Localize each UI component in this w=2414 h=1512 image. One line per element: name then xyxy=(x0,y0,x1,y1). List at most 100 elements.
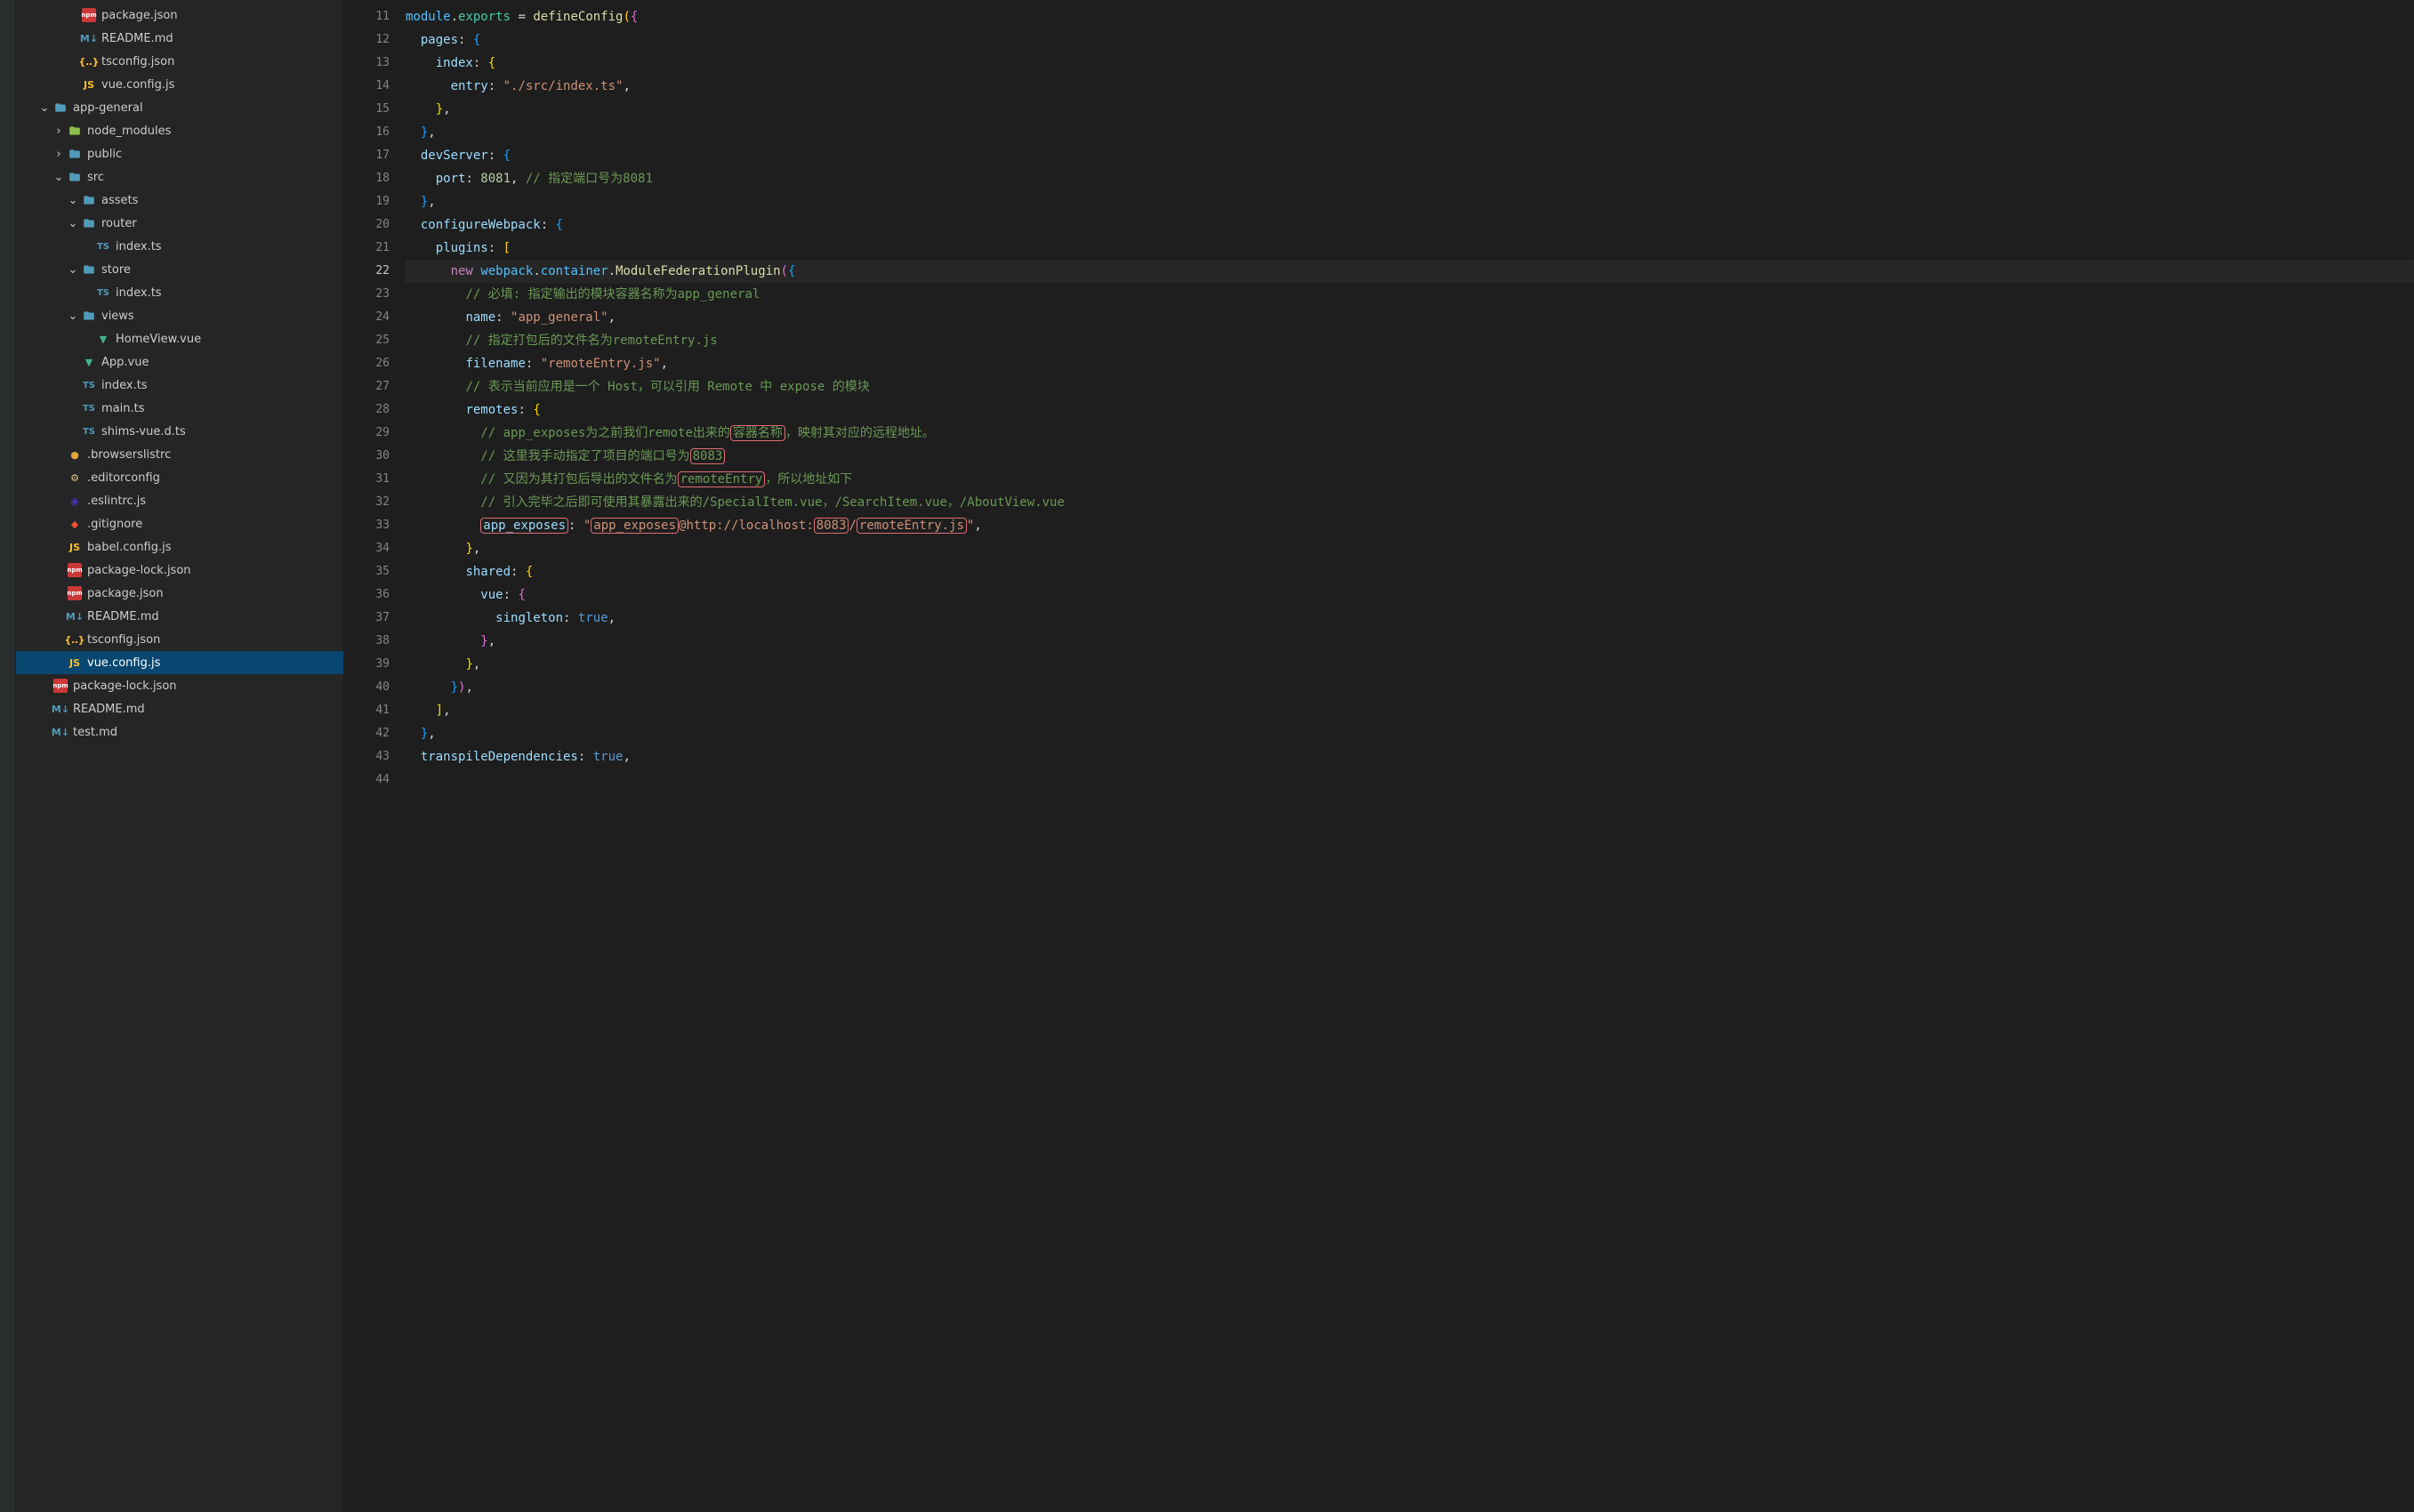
file-item[interactable]: ◆.gitignore xyxy=(16,512,343,535)
file-item[interactable]: ◉ .eslintrc.js xyxy=(16,489,343,512)
code-line[interactable]: remotes: { xyxy=(406,398,2414,422)
code-line[interactable]: // 又因为其打包后导出的文件名为remoteEntry，所以地址如下 xyxy=(406,468,2414,491)
chevron-icon: ⌄ xyxy=(52,170,66,184)
chevron-icon xyxy=(52,586,66,600)
code-content[interactable]: module.exports = defineConfig({ pages: {… xyxy=(406,0,2414,1512)
file-item[interactable]: TSmain.ts xyxy=(16,397,343,420)
file-item[interactable]: {‥}tsconfig.json xyxy=(16,50,343,73)
folder-item[interactable]: ⌄src xyxy=(16,165,343,189)
code-line[interactable]: }, xyxy=(406,722,2414,745)
folder-item[interactable]: ⌄store xyxy=(16,258,343,281)
code-line[interactable]: }, xyxy=(406,190,2414,213)
file-item[interactable]: npmpackage.json xyxy=(16,582,343,605)
file-item[interactable]: {‥}tsconfig.json xyxy=(16,628,343,651)
file-item[interactable]: npm package-lock.json xyxy=(16,559,343,582)
activity-bar[interactable] xyxy=(0,0,16,1512)
folder-item[interactable]: ›node_modules xyxy=(16,119,343,142)
code-line[interactable]: pages: { xyxy=(406,28,2414,52)
code-line[interactable]: filename: "remoteEntry.js", xyxy=(406,352,2414,375)
code-line[interactable]: vue: { xyxy=(406,583,2414,607)
code-line[interactable]: module.exports = defineConfig({ xyxy=(406,5,2414,28)
file-item[interactable]: ●.browserslistrc xyxy=(16,443,343,466)
code-line[interactable]: // 引入完毕之后即可使用其暴露出来的/SpecialItem.vue，/Sea… xyxy=(406,491,2414,514)
line-number: 11 xyxy=(343,5,390,28)
file-item[interactable]: JSvue.config.js xyxy=(16,73,343,96)
ts-icon: TS xyxy=(82,401,96,415)
file-label: README.md xyxy=(101,32,173,45)
code-line[interactable]: // 表示当前应用是一个 Host，可以引用 Remote 中 expose 的… xyxy=(406,375,2414,398)
file-item[interactable]: ⚙.editorconfig xyxy=(16,466,343,489)
file-label: index.ts xyxy=(101,379,148,392)
file-item[interactable]: TSindex.ts xyxy=(16,235,343,258)
file-label: App.vue xyxy=(101,356,149,369)
file-explorer[interactable]: npmpackage.jsonM↓README.md{‥}tsconfig.js… xyxy=(16,0,343,1512)
file-label: tsconfig.json xyxy=(87,633,160,647)
code-line[interactable]: index: { xyxy=(406,52,2414,75)
chevron-icon xyxy=(37,702,52,716)
code-line[interactable]: new webpack.container.ModuleFederationPl… xyxy=(406,260,2414,283)
code-line[interactable]: // 这里我手动指定了项目的端口号为8083 xyxy=(406,445,2414,468)
chevron-icon xyxy=(66,31,80,45)
code-line[interactable] xyxy=(406,768,2414,792)
file-item[interactable]: JSvue.config.js xyxy=(16,651,343,674)
folder-item[interactable]: ›public xyxy=(16,142,343,165)
code-line[interactable]: // app_exposes为之前我们remote出来的容器名称，映射其对应的远… xyxy=(406,422,2414,445)
code-line[interactable]: devServer: { xyxy=(406,144,2414,167)
ts-icon: TS xyxy=(96,239,110,253)
file-item[interactable]: M↓test.md xyxy=(16,720,343,744)
folder-item[interactable]: ⌄router xyxy=(16,212,343,235)
code-line[interactable]: }, xyxy=(406,653,2414,676)
code-line[interactable]: name: "app_general", xyxy=(406,306,2414,329)
code-line[interactable]: }, xyxy=(406,630,2414,653)
chevron-icon xyxy=(66,378,80,392)
code-line[interactable]: }), xyxy=(406,676,2414,699)
file-label: .eslintrc.js xyxy=(87,495,146,508)
md-icon: M↓ xyxy=(53,702,68,716)
line-number: 16 xyxy=(343,121,390,144)
npm-icon: npm xyxy=(68,563,82,577)
file-item[interactable]: ▼HomeView.vue xyxy=(16,327,343,350)
line-number: 21 xyxy=(343,237,390,260)
file-item[interactable]: M↓README.md xyxy=(16,697,343,720)
code-line[interactable]: }, xyxy=(406,121,2414,144)
code-line[interactable]: configureWebpack: { xyxy=(406,213,2414,237)
folder-item[interactable]: ⌄app-general xyxy=(16,96,343,119)
file-item[interactable]: TSindex.ts xyxy=(16,281,343,304)
file-item[interactable]: ▼App.vue xyxy=(16,350,343,374)
npm-icon: npm xyxy=(53,679,68,693)
file-item[interactable]: M↓README.md xyxy=(16,605,343,628)
line-number: 36 xyxy=(343,583,390,607)
code-line[interactable]: shared: { xyxy=(406,560,2414,583)
file-item[interactable]: TSindex.ts xyxy=(16,374,343,397)
file-label: HomeView.vue xyxy=(116,333,201,346)
line-number: 33 xyxy=(343,514,390,537)
eslint-icon: ◉ xyxy=(68,494,82,508)
line-number: 30 xyxy=(343,445,390,468)
folder-icon xyxy=(82,193,96,207)
js-icon: JS xyxy=(82,77,96,92)
folder-item[interactable]: ⌄assets xyxy=(16,189,343,212)
code-line[interactable]: plugins: [ xyxy=(406,237,2414,260)
code-line[interactable]: ], xyxy=(406,699,2414,722)
file-item[interactable]: TSshims-vue.d.ts xyxy=(16,420,343,443)
file-item[interactable]: npmpackage.json xyxy=(16,4,343,27)
code-line[interactable]: port: 8081, // 指定端口号为8081 xyxy=(406,167,2414,190)
folder-icon xyxy=(82,309,96,323)
code-line[interactable]: // 必填: 指定输出的模块容器名称为app_general xyxy=(406,283,2414,306)
file-label: tsconfig.json xyxy=(101,55,174,68)
file-item[interactable]: JSbabel.config.js xyxy=(16,535,343,559)
code-line[interactable]: }, xyxy=(406,98,2414,121)
code-editor[interactable]: 1112131415161718192021222324252627282930… xyxy=(343,0,2414,1512)
code-line[interactable]: singleton: true, xyxy=(406,607,2414,630)
code-line[interactable]: }, xyxy=(406,537,2414,560)
chevron-icon xyxy=(52,447,66,462)
file-label: package-lock.json xyxy=(87,564,191,577)
code-line[interactable]: entry: "./src/index.ts", xyxy=(406,75,2414,98)
file-item[interactable]: npmpackage-lock.json xyxy=(16,674,343,697)
code-line[interactable]: // 指定打包后的文件名为remoteEntry.js xyxy=(406,329,2414,352)
file-label: .editorconfig xyxy=(87,471,160,485)
code-line[interactable]: transpileDependencies: true, xyxy=(406,745,2414,768)
code-line[interactable]: app_exposes: "app_exposes@http://localho… xyxy=(406,514,2414,537)
folder-item[interactable]: ⌄views xyxy=(16,304,343,327)
file-item[interactable]: M↓README.md xyxy=(16,27,343,50)
